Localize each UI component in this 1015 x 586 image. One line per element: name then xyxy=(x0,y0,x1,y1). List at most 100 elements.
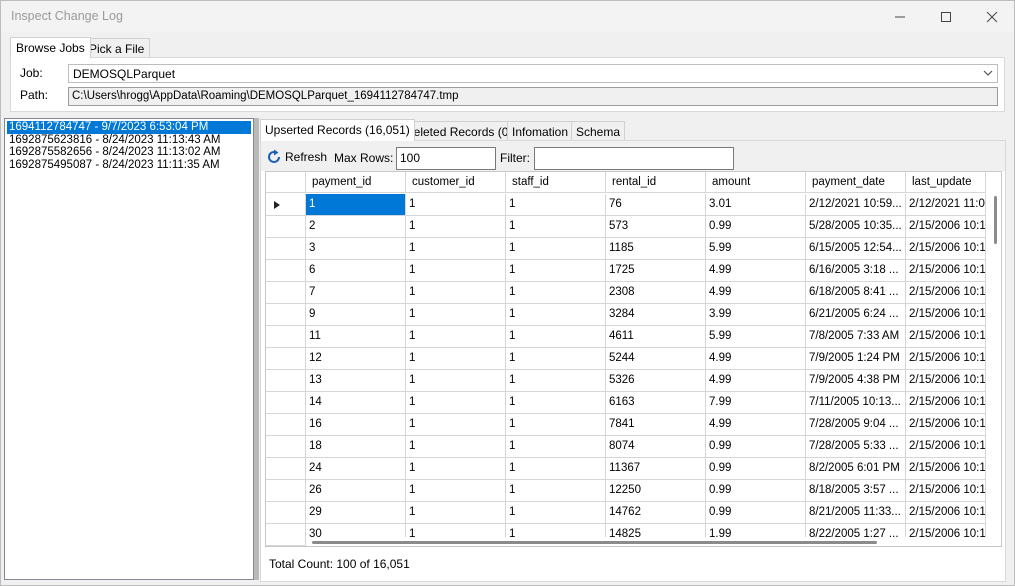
table-cell[interactable]: 6/18/2005 8:41 ... xyxy=(806,282,906,304)
table-cell[interactable]: 4.99 xyxy=(706,282,806,304)
row-header[interactable] xyxy=(266,436,306,458)
vertical-scrollbar[interactable] xyxy=(991,194,1001,546)
table-cell[interactable]: 7/28/2005 9:04 ... xyxy=(806,414,906,436)
table-cell[interactable]: 9 xyxy=(306,304,406,326)
table-cell[interactable]: 8/21/2005 11:33... xyxy=(806,502,906,524)
table-cell[interactable]: 1 xyxy=(406,370,506,392)
table-cell[interactable]: 1 xyxy=(506,304,606,326)
table-row[interactable]: 14 1 1 6163 7.99 7/11/2005 10:13... 2/15/2006 … xyxy=(266,392,986,414)
table-cell[interactable]: 1 xyxy=(506,238,606,260)
table-cell[interactable]: 7.99 xyxy=(706,392,806,414)
table-cell[interactable]: 2/15/2006 10:1 xyxy=(906,480,986,502)
table-cell[interactable]: 3 xyxy=(306,238,406,260)
table-cell[interactable]: 76 xyxy=(606,194,706,216)
refresh-button[interactable]: Refresh xyxy=(266,148,327,166)
table-cell[interactable]: 1 xyxy=(506,436,606,458)
table-cell[interactable]: 1 xyxy=(406,502,506,524)
job-history-list[interactable]: 1694112784747 - 9/7/2023 6:53:04 PM 1692… xyxy=(4,118,254,580)
table-cell[interactable]: 0.99 xyxy=(706,216,806,238)
table-cell[interactable]: 12 xyxy=(306,348,406,370)
list-item[interactable]: 1694112784747 - 9/7/2023 6:53:04 PM xyxy=(7,121,251,134)
table-row[interactable]: 18 1 1 8074 0.99 7/28/2005 5:33 ... 2/15/2006 … xyxy=(266,436,986,458)
table-cell[interactable]: 0.99 xyxy=(706,436,806,458)
column-header[interactable]: staff_id xyxy=(506,172,606,193)
column-header[interactable]: customer_id xyxy=(406,172,506,193)
table-cell[interactable]: 2/15/2006 10:1 xyxy=(906,216,986,238)
table-cell[interactable]: 4.99 xyxy=(706,260,806,282)
table-cell[interactable]: 26 xyxy=(306,480,406,502)
table-cell[interactable]: 13 xyxy=(306,370,406,392)
table-cell[interactable]: 1 xyxy=(506,348,606,370)
table-row[interactable]: 1 1 1 76 3.01 2/12/2021 10:59... 2/12/2021 11:… xyxy=(266,194,986,216)
list-item[interactable]: 1692875495087 - 8/24/2023 11:11:35 AM xyxy=(5,159,253,172)
table-cell[interactable]: 1 xyxy=(506,326,606,348)
table-cell[interactable]: 6/16/2005 3:18 ... xyxy=(806,260,906,282)
table-cell[interactable]: 1 xyxy=(506,480,606,502)
table-cell[interactable]: 6/15/2005 12:54... xyxy=(806,238,906,260)
table-cell[interactable]: 2/15/2006 10:1 xyxy=(906,414,986,436)
table-cell[interactable]: 1 xyxy=(506,260,606,282)
table-cell[interactable]: 7/9/2005 4:38 PM xyxy=(806,370,906,392)
table-cell[interactable]: 1 xyxy=(506,282,606,304)
table-cell[interactable]: 1 xyxy=(506,370,606,392)
table-cell[interactable]: 2/12/2021 10:59... xyxy=(806,194,906,216)
close-button[interactable] xyxy=(969,1,1014,32)
table-row[interactable]: 2 1 1 573 0.99 5/28/2005 10:35... 2/15/2006 10… xyxy=(266,216,986,238)
table-cell[interactable]: 1 xyxy=(406,216,506,238)
list-item[interactable]: 1692875623816 - 8/24/2023 11:13:43 AM xyxy=(5,134,253,147)
table-cell[interactable]: 8/18/2005 3:57 ... xyxy=(806,480,906,502)
tab-deleted-records[interactable]: Deleted Records (0) xyxy=(400,121,518,140)
table-cell[interactable]: 1725 xyxy=(606,260,706,282)
filter-input[interactable] xyxy=(534,147,734,170)
row-header[interactable] xyxy=(266,414,306,436)
path-field[interactable]: C:\Users\hrogg\AppData\Roaming\DEMOSQLPa… xyxy=(68,87,998,106)
table-cell[interactable]: 1 xyxy=(406,194,506,216)
table-cell[interactable]: 2/15/2006 10:1 xyxy=(906,304,986,326)
tab-schema[interactable]: Schema xyxy=(571,121,626,140)
table-cell[interactable]: 4.99 xyxy=(706,370,806,392)
column-header[interactable]: payment_id xyxy=(306,172,406,193)
table-cell[interactable]: 4611 xyxy=(606,326,706,348)
table-row[interactable]: 13 1 1 5326 4.99 7/9/2005 4:38 PM 2/15/2006 10… xyxy=(266,370,986,392)
table-row[interactable]: 29 1 1 14762 0.99 8/21/2005 11:33... 2/15/2006… xyxy=(266,502,986,524)
table-cell[interactable]: 1 xyxy=(406,392,506,414)
table-cell[interactable]: 8/2/2005 6:01 PM xyxy=(806,458,906,480)
table-cell[interactable]: 16 xyxy=(306,414,406,436)
column-header[interactable]: rental_id xyxy=(606,172,706,193)
row-header[interactable] xyxy=(266,282,306,304)
table-row[interactable]: 12 1 1 5244 4.99 7/9/2005 1:24 PM 2/15/2006 10… xyxy=(266,348,986,370)
table-row[interactable]: 9 1 1 3284 3.99 6/21/2005 6:24 ... 2/15/2006 1… xyxy=(266,304,986,326)
table-cell[interactable]: 573 xyxy=(606,216,706,238)
table-cell[interactable]: 1 xyxy=(406,260,506,282)
table-cell[interactable]: 7 xyxy=(306,282,406,304)
table-cell[interactable]: 0.99 xyxy=(706,480,806,502)
tab-information[interactable]: Infomation xyxy=(507,121,574,140)
table-cell[interactable]: 11367 xyxy=(606,458,706,480)
table-cell[interactable]: 7/9/2005 1:24 PM xyxy=(806,348,906,370)
row-header[interactable] xyxy=(266,348,306,370)
table-cell[interactable]: 0.99 xyxy=(706,502,806,524)
table-cell[interactable]: 2308 xyxy=(606,282,706,304)
column-header[interactable]: last_update xyxy=(906,172,986,193)
table-cell[interactable]: 5244 xyxy=(606,348,706,370)
table-cell[interactable]: 29 xyxy=(306,502,406,524)
table-cell[interactable]: 2 xyxy=(306,216,406,238)
table-cell[interactable]: 6/21/2005 6:24 ... xyxy=(806,304,906,326)
table-cell[interactable]: 3284 xyxy=(606,304,706,326)
table-cell[interactable]: 24 xyxy=(306,458,406,480)
table-cell[interactable]: 7841 xyxy=(606,414,706,436)
table-cell[interactable]: 2/15/2006 10:1 xyxy=(906,370,986,392)
table-cell[interactable]: 2/15/2006 10:1 xyxy=(906,282,986,304)
table-cell[interactable]: 12250 xyxy=(606,480,706,502)
table-cell[interactable]: 5.99 xyxy=(706,238,806,260)
minimize-button[interactable] xyxy=(877,1,923,32)
maximize-button[interactable] xyxy=(923,1,969,32)
table-cell[interactable]: 7/8/2005 7:33 AM xyxy=(806,326,906,348)
table-cell[interactable]: 1 xyxy=(506,502,606,524)
table-cell[interactable]: 1 xyxy=(406,304,506,326)
chevron-down-icon[interactable] xyxy=(983,66,993,83)
table-cell[interactable]: 1 xyxy=(406,480,506,502)
row-header[interactable] xyxy=(266,216,306,238)
table-cell[interactable]: 1 xyxy=(406,282,506,304)
table-cell[interactable]: 6 xyxy=(306,260,406,282)
